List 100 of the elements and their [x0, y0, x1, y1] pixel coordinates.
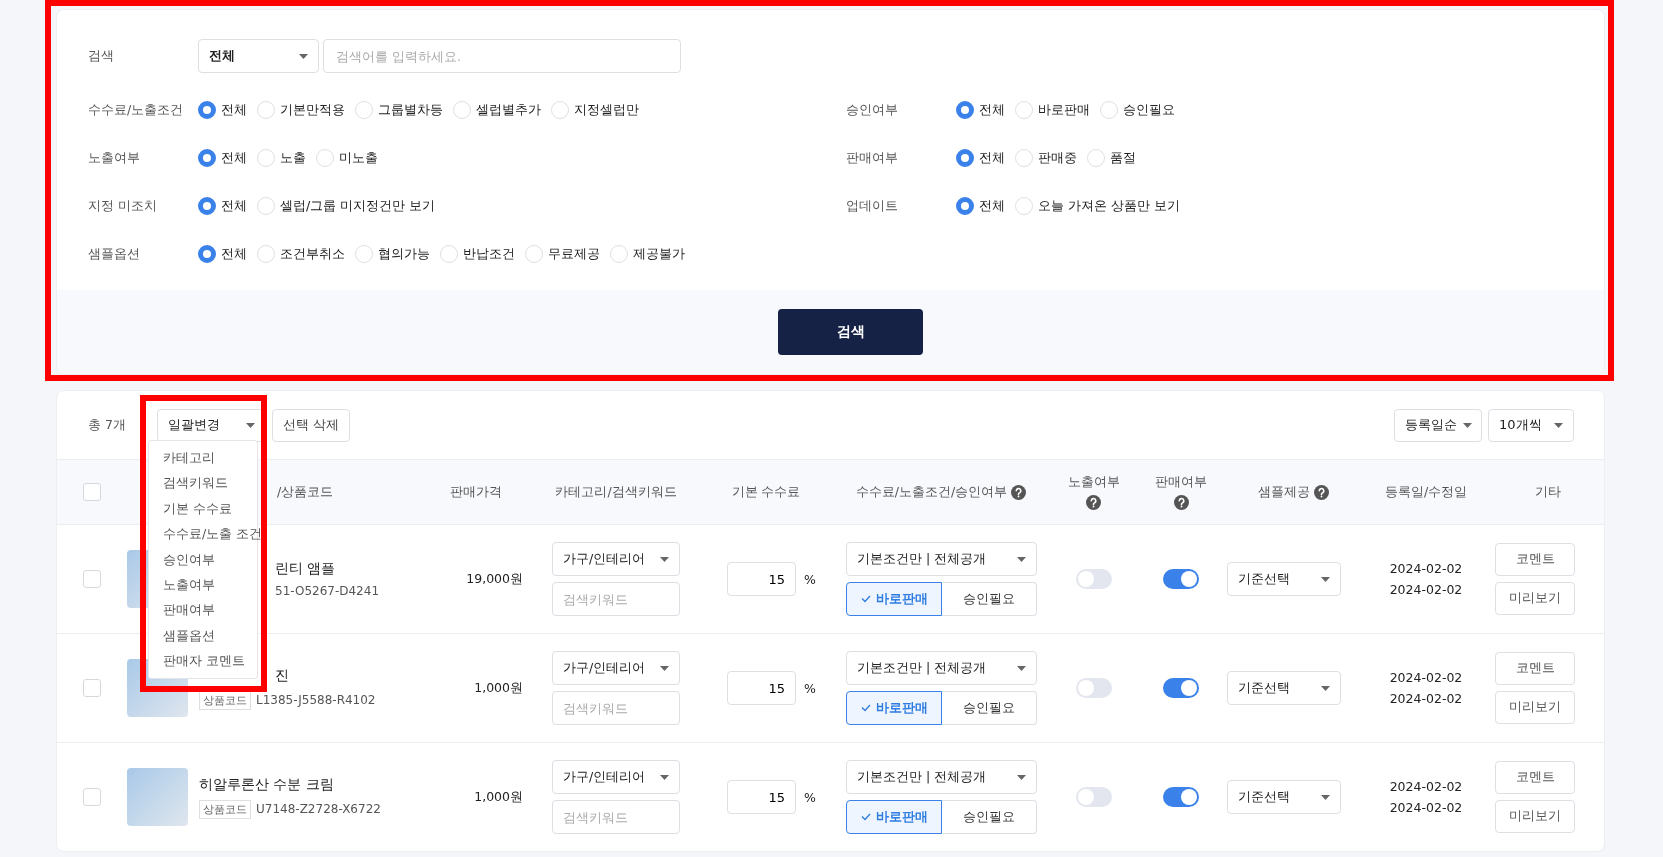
approval-toggle[interactable]: 바로판매 [846, 691, 942, 725]
condition-select[interactable]: 기본조건만 | 전체공개 [846, 542, 1037, 576]
radio-option[interactable]: 전체 [198, 149, 247, 167]
menu-item[interactable]: 샘플옵션 [149, 622, 257, 649]
radio-option[interactable]: 전체 [198, 245, 247, 263]
filter-label: 업데이트 [846, 197, 899, 215]
row-action-button[interactable]: 코멘트 [1495, 761, 1575, 794]
keyword-field[interactable]: 검색키워드 [552, 582, 680, 616]
checkbox[interactable] [83, 788, 101, 806]
menu-item[interactable]: 카테고리 [149, 445, 257, 471]
radio-icon[interactable] [198, 245, 216, 263]
radio-option[interactable]: 승인필요 [1100, 101, 1175, 119]
approval-toggle[interactable]: 바로판매 [846, 582, 942, 616]
caret-icon [660, 774, 669, 780]
keyword-field[interactable]: 검색키워드 [552, 691, 680, 725]
radio-option[interactable]: 반납조건 [440, 245, 515, 263]
radio-icon[interactable] [956, 197, 974, 215]
exposure-switch[interactable] [1075, 569, 1112, 589]
keyword-field[interactable]: 검색키워드 [552, 800, 680, 834]
radio-option[interactable]: 미노출 [316, 149, 378, 167]
radio-icon[interactable] [198, 149, 216, 167]
checkbox[interactable] [83, 679, 101, 697]
menu-item[interactable]: 노출여부 [149, 571, 257, 598]
row-action-button[interactable]: 미리보기 [1495, 582, 1575, 615]
radio-option[interactable]: 오늘 가져온 상품만 보기 [1015, 197, 1180, 215]
category-select[interactable]: 가구/인테리어 [552, 760, 680, 794]
sample-select[interactable]: 기준선택 [1226, 780, 1341, 814]
radio-option[interactable]: 전체 [956, 197, 1005, 215]
radio-option[interactable]: 기본만적용 [257, 101, 345, 119]
product-name: 린티 앰플 [275, 560, 337, 578]
scope-select[interactable]: 전체 [198, 39, 319, 73]
column-header: 기타 [1534, 483, 1561, 501]
page-size-select[interactable]: 10개씩 [1488, 408, 1574, 442]
sale-switch[interactable] [1163, 678, 1199, 698]
menu-item[interactable]: 기본 수수료 [149, 495, 257, 522]
radio-option[interactable]: 전체 [956, 101, 1005, 119]
radio-option[interactable]: 무료제공 [525, 245, 600, 263]
menu-item[interactable]: 검색키워드 [149, 470, 257, 496]
condition-select[interactable]: 기본조건만 | 전체공개 [846, 651, 1037, 685]
radio-option[interactable]: 전체 [198, 101, 247, 119]
search-button[interactable]: 검색 [778, 309, 923, 355]
menu-item[interactable]: 판매여부 [149, 597, 257, 623]
fee-field[interactable]: 15 [727, 780, 796, 814]
price: 19,000원 [466, 570, 523, 588]
condition-select[interactable]: 기본조건만 | 전체공개 [846, 760, 1037, 794]
row-action-button[interactable]: 미리보기 [1495, 800, 1575, 833]
approval-toggle[interactable]: 바로판매 [846, 800, 942, 834]
radio-option[interactable]: 협의가능 [355, 245, 430, 263]
radio-icon[interactable] [198, 197, 216, 215]
exposure-switch[interactable] [1075, 787, 1112, 807]
sale-switch[interactable] [1163, 787, 1199, 807]
delete-selected-button[interactable]: 선택 삭제 [272, 408, 350, 442]
row-action-button[interactable]: 코멘트 [1495, 543, 1575, 576]
radio-icon[interactable] [956, 149, 974, 167]
radio-option[interactable]: 조건부취소 [257, 245, 345, 263]
radio-option[interactable]: 노출 [257, 149, 306, 167]
checkbox[interactable] [83, 483, 101, 501]
radio-option[interactable]: 그룹별차등 [355, 101, 443, 119]
radio-option[interactable]: 판매중 [1015, 149, 1077, 167]
radio-option[interactable]: 품절 [1087, 149, 1136, 167]
exposure-switch[interactable] [1075, 678, 1112, 698]
search-field[interactable]: 검색어를 입력하세요. [323, 39, 681, 73]
column-header: 카테고리/검색키워드 [555, 483, 677, 501]
fee-field[interactable]: 15 [727, 562, 796, 596]
row-action-button[interactable]: 코멘트 [1495, 652, 1575, 685]
code-tag: 상품코드 [199, 799, 251, 819]
radio-icon[interactable] [956, 101, 974, 119]
caret-icon [1017, 665, 1026, 671]
checkbox[interactable] [83, 570, 101, 588]
radio-option[interactable]: 전체 [198, 197, 247, 215]
updated-date: 2024-02-02 [1389, 691, 1463, 706]
radio-option[interactable]: 지정셀럽만 [551, 101, 639, 119]
column-header: /상품코드 [277, 483, 334, 501]
price: 1,000원 [474, 679, 523, 697]
check-icon [860, 813, 871, 821]
category-select[interactable]: 가구/인테리어 [552, 542, 680, 576]
radio-option[interactable]: 전체 [956, 149, 1005, 167]
approval-toggle[interactable]: 승인필요 [942, 691, 1037, 725]
approval-toggle[interactable]: 승인필요 [942, 800, 1037, 834]
updated-date: 2024-02-02 [1389, 582, 1463, 597]
sample-select[interactable]: 기준선택 [1226, 671, 1341, 705]
row-action-button[interactable]: 미리보기 [1495, 691, 1575, 724]
category-select[interactable]: 가구/인테리어 [552, 651, 680, 685]
filter-label: 수수료/노출조건 [88, 101, 185, 119]
sort-select[interactable]: 등록일순 [1394, 408, 1482, 442]
sample-select[interactable]: 기준선택 [1226, 562, 1341, 596]
updated-date: 2024-02-02 [1389, 800, 1463, 815]
fee-field[interactable]: 15 [727, 671, 796, 705]
menu-item[interactable]: 승인여부 [149, 546, 257, 572]
help-icon [1314, 484, 1329, 500]
created-date: 2024-02-02 [1389, 779, 1463, 794]
menu-item[interactable]: 판매자 코멘트 [149, 648, 257, 674]
radio-icon[interactable] [198, 101, 216, 119]
sale-switch[interactable] [1163, 569, 1199, 589]
radio-option[interactable]: 셀럽/그룹 미지정건만 보기 [257, 197, 436, 215]
radio-option[interactable]: 바로판매 [1015, 101, 1090, 119]
column-header: 샘플제공 [1258, 483, 1310, 501]
radio-option[interactable]: 제공불가 [610, 245, 685, 263]
approval-toggle[interactable]: 승인필요 [942, 582, 1037, 616]
radio-option[interactable]: 셀럽별추가 [453, 101, 541, 119]
